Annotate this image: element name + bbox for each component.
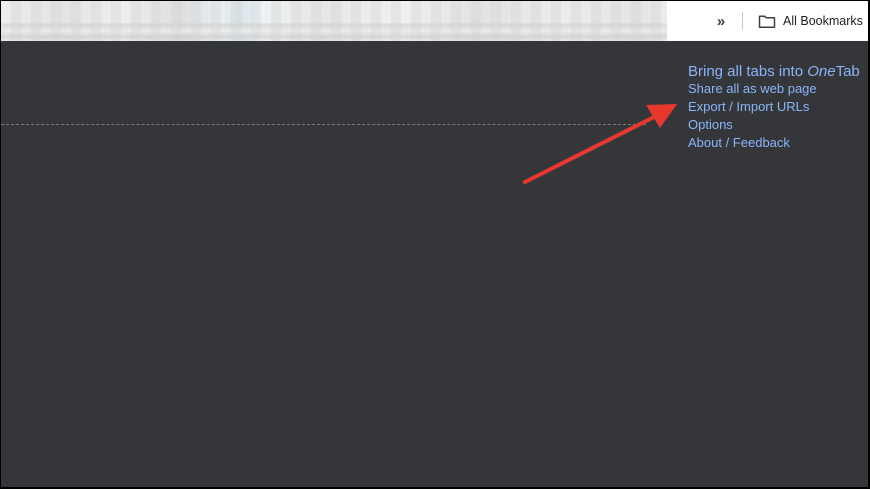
browser-content-frame: » All Bookmarks Bring all tabs into OneT…: [1, 1, 868, 487]
arrow-head: [646, 104, 677, 128]
arrow-shaft: [523, 114, 658, 184]
annotation-arrow: [523, 104, 677, 184]
